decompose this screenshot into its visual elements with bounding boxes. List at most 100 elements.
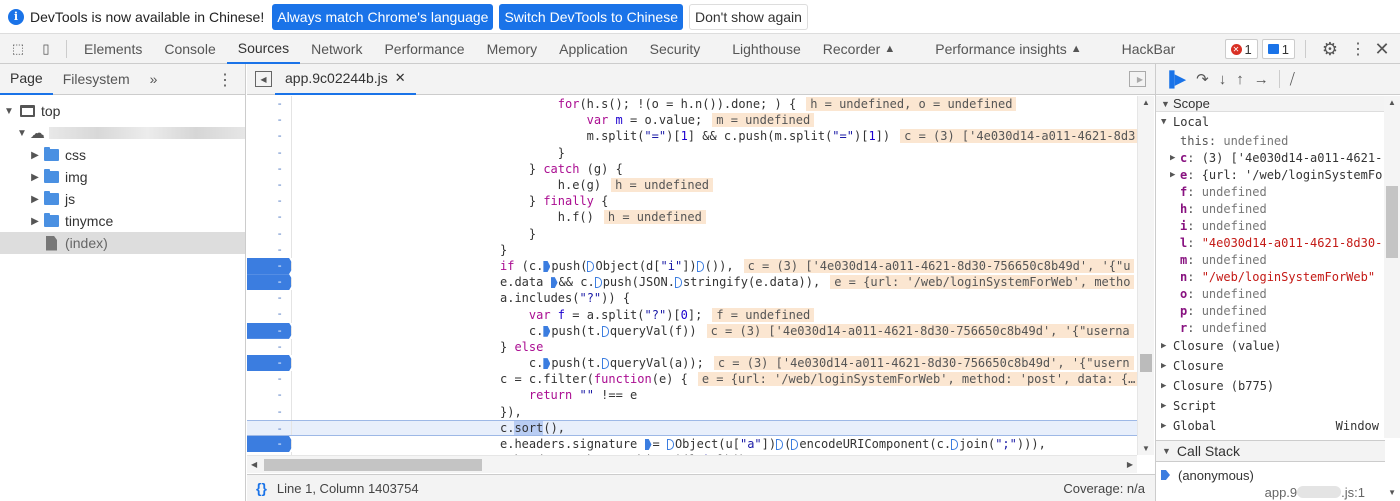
breakpoint-marker[interactable]: - [247, 355, 292, 372]
scope-variable[interactable]: r: undefined [1156, 319, 1385, 336]
line-gutter[interactable]: - [247, 176, 292, 194]
tab-network[interactable]: Network [300, 34, 373, 64]
tree-item-domain[interactable]: ▼ ☁ [0, 122, 245, 144]
scroll-down-icon[interactable]: ▼ [1388, 488, 1396, 497]
breakpoint-marker[interactable]: - [247, 257, 292, 275]
local-scope-header[interactable]: ▼ Local [1156, 112, 1385, 132]
continue-marker-icon[interactable] [696, 260, 704, 272]
active-continue-marker-icon[interactable] [543, 260, 551, 272]
line-gutter[interactable]: - [247, 96, 292, 113]
tree-item-top[interactable]: ▼ top [0, 100, 245, 122]
deactivate-breakpoints-icon[interactable]: ⧸ [1290, 71, 1295, 88]
toggle-navigator-icon[interactable]: ◀ [255, 71, 272, 87]
expand-triangle-icon[interactable]: ▶ [1170, 170, 1180, 180]
scope-variable[interactable]: n: "/web/loginSystemForWeb" [1156, 268, 1385, 285]
tab-elements[interactable]: Elements [73, 34, 153, 64]
expand-triangle-icon[interactable]: ▼ [17, 128, 27, 139]
continue-marker-icon[interactable] [601, 325, 609, 337]
tab-security[interactable]: Security [639, 34, 712, 64]
expand-triangle-icon[interactable]: ▶ [30, 216, 40, 227]
continue-marker-icon[interactable] [674, 277, 682, 289]
line-gutter[interactable]: - [247, 290, 292, 307]
dont-show-again-button[interactable]: Don't show again [688, 3, 808, 30]
step-icon[interactable]: → [1254, 71, 1269, 88]
scope-section[interactable]: ▶ Closure (value) [1156, 336, 1385, 356]
tree-item-js[interactable]: ▶ js [0, 188, 245, 210]
tab-performance[interactable]: Performance [373, 34, 475, 64]
scope-variable[interactable]: m: undefined [1156, 251, 1385, 268]
scroll-up-icon[interactable]: ▲ [1388, 98, 1396, 107]
tree-item-tinymce[interactable]: ▶ tinymce [0, 210, 245, 232]
horizontal-scrollbar[interactable]: ◀ ▶ [247, 455, 1137, 473]
line-gutter[interactable]: - [247, 128, 292, 145]
line-gutter[interactable]: - [247, 193, 292, 210]
scrollbar-thumb[interactable] [1140, 354, 1152, 372]
scope-section[interactable]: ▶ Script [1156, 396, 1385, 416]
scope-variable[interactable]: ▶ c: (3) ['4e030d14-a011-4621- [1156, 149, 1385, 166]
expand-triangle-icon[interactable]: ▼ [4, 106, 14, 117]
breakpoint-marker[interactable]: - [247, 274, 292, 291]
expand-triangle-icon[interactable]: ▶ [30, 172, 40, 183]
tab-filesystem[interactable]: Filesystem [53, 64, 140, 95]
tab-sources[interactable]: Sources [226, 34, 301, 64]
scroll-up-icon[interactable]: ▲ [1142, 98, 1150, 107]
scope-variable[interactable]: o: undefined [1156, 285, 1385, 302]
tab-recorder[interactable]: Recorder ▲ [812, 34, 906, 64]
tree-item-index[interactable]: (index) [0, 232, 245, 254]
scroll-down-icon[interactable]: ▼ [1142, 444, 1150, 453]
line-gutter[interactable]: - [247, 338, 292, 355]
vertical-scrollbar[interactable]: ▲ ▼ [1137, 96, 1154, 455]
tab-console[interactable]: Console [153, 34, 226, 64]
call-frame[interactable]: (anonymous) app.9 .js:1 [1156, 466, 1385, 500]
device-toolbar-icon[interactable]: ▯ [32, 34, 60, 64]
settings-gear-icon[interactable]: ⚙ [1316, 34, 1344, 64]
tab-hackbar[interactable]: HackBar [1111, 34, 1187, 64]
more-tabs-chevron-icon[interactable]: » [140, 64, 168, 95]
scope-section[interactable]: ▶ Closure (b775) [1156, 376, 1385, 396]
step-into-icon[interactable]: ↓ [1219, 71, 1227, 88]
line-gutter[interactable]: - [247, 387, 292, 404]
switch-to-chinese-button[interactable]: Switch DevTools to Chinese [499, 3, 683, 30]
tab-application[interactable]: Application [548, 34, 639, 64]
code-lines[interactable]: - for(h.s(); !(o = h.n()).done; ) {h = un… [247, 96, 1137, 455]
scope-variable[interactable]: l: "4e030d14-a011-4621-8d30- [1156, 234, 1385, 251]
scope-variable[interactable]: ▶ e: {url: '/web/loginSystemFo [1156, 166, 1385, 183]
resume-icon[interactable]: ▐▶ [1164, 70, 1186, 88]
scope-scrollbar[interactable]: ▲ [1384, 96, 1400, 438]
continue-marker-icon[interactable] [666, 439, 674, 451]
line-gutter[interactable]: - [247, 371, 292, 388]
continue-marker-icon[interactable] [791, 439, 799, 451]
scope-variable[interactable]: i: undefined [1156, 217, 1385, 234]
scope-variable[interactable]: h: undefined [1156, 200, 1385, 217]
line-gutter[interactable]: - [247, 209, 292, 226]
scroll-right-icon[interactable]: ▶ [1127, 460, 1133, 469]
step-over-icon[interactable]: ↷ [1196, 70, 1209, 88]
scrollbar-thumb[interactable] [264, 459, 482, 471]
tab-lighthouse[interactable]: Lighthouse [721, 34, 812, 64]
scope-variable[interactable]: this: undefined [1156, 132, 1385, 149]
tree-item-img[interactable]: ▶ img [0, 166, 245, 188]
file-tab[interactable]: app.9c02244b.js ✕ [275, 64, 416, 95]
expand-triangle-icon[interactable]: ▶ [1170, 153, 1180, 163]
close-tab-icon[interactable]: ✕ [395, 70, 406, 86]
errors-badge[interactable]: ✕ 1 [1224, 39, 1258, 59]
more-options-icon[interactable]: ⋮ [1348, 34, 1368, 64]
call-stack-header[interactable]: ▼ Call Stack [1156, 440, 1385, 462]
tab-performance-insights[interactable]: Performance insights ▲ [924, 34, 1092, 64]
breakpoint-marker[interactable]: - [247, 322, 292, 339]
continue-marker-icon[interactable] [601, 358, 609, 370]
continue-marker-icon[interactable] [587, 260, 595, 272]
line-gutter[interactable]: - [247, 225, 292, 242]
step-out-icon[interactable]: ↑ [1236, 71, 1244, 88]
continue-marker-icon[interactable] [594, 277, 602, 289]
line-gutter[interactable]: - [247, 112, 292, 129]
scrollbar-thumb[interactable] [1386, 186, 1398, 258]
scope-section[interactable]: ▶ Closure [1156, 356, 1385, 376]
toggle-debugger-icon[interactable]: ▶ [1129, 71, 1146, 87]
expand-triangle-icon[interactable]: ▶ [30, 194, 40, 205]
line-gutter[interactable]: - [247, 306, 292, 323]
active-continue-marker-icon[interactable] [550, 277, 558, 289]
breakpoint-marker[interactable]: - [247, 435, 292, 453]
tab-memory[interactable]: Memory [476, 34, 549, 64]
line-gutter[interactable]: - [247, 403, 292, 420]
